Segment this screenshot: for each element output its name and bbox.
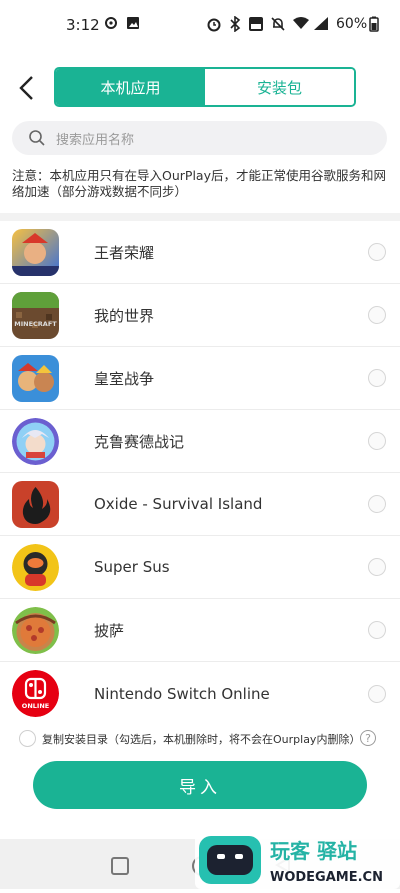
super-sus-icon xyxy=(12,544,59,591)
bluetooth-icon xyxy=(229,15,241,36)
nintendo-switch-online-icon: ONLINE xyxy=(12,670,59,717)
alarm-icon xyxy=(206,16,222,36)
copy-install-dir-label: 复制安装目录（勾选后，本机删除时，将不会在Ourplay内删除） xyxy=(42,733,361,746)
watermark-title: 玩客 驿站 xyxy=(270,839,357,863)
status-bar: 3:12 60% xyxy=(0,0,400,50)
oxide-icon xyxy=(12,481,59,528)
app-name: 王者荣耀 xyxy=(94,243,155,262)
gallery-icon xyxy=(126,16,140,34)
list-item[interactable]: Super Sus xyxy=(0,536,400,599)
list-item[interactable]: 克鲁赛德战记 xyxy=(0,410,400,473)
list-item[interactable]: 皇室战争 xyxy=(0,347,400,410)
select-radio[interactable] xyxy=(368,306,386,324)
wifi-icon xyxy=(292,16,310,34)
app-name: Nintendo Switch Online xyxy=(94,684,270,703)
select-radio[interactable] xyxy=(368,243,386,261)
crusaders-quest-icon xyxy=(12,418,59,465)
search-input[interactable]: 搜索应用名称 xyxy=(12,121,387,155)
battery-icon xyxy=(369,16,379,36)
signal-icon xyxy=(313,16,329,35)
copy-install-dir-checkbox[interactable] xyxy=(19,730,36,747)
select-radio[interactable] xyxy=(368,684,386,703)
watermark-logo: 玩客 驿站 WODEGAME.CN xyxy=(195,832,400,889)
select-radio[interactable] xyxy=(368,369,386,387)
minecraft-icon: MINECRAFT xyxy=(12,292,59,339)
watermark-url: WODEGAME.CN xyxy=(270,870,383,885)
battery-percent: 60% xyxy=(336,16,368,32)
section-divider xyxy=(0,213,400,221)
pizza-icon xyxy=(12,607,59,654)
back-button[interactable] xyxy=(14,72,42,104)
volte-icon xyxy=(248,16,264,36)
copy-install-dir-option: 复制安装目录（勾选后，本机删除时，将不会在Ourplay内删除） ? xyxy=(0,727,400,751)
app-name: 我的世界 xyxy=(94,306,155,325)
clash-royale-icon xyxy=(12,355,59,402)
tab-local-apps[interactable]: 本机应用 xyxy=(56,69,205,105)
app-name: 披萨 xyxy=(94,621,125,640)
app-name: Super Sus xyxy=(94,558,170,576)
sync-icon xyxy=(104,16,118,34)
app-name: 皇室战争 xyxy=(94,369,155,388)
status-time: 3:12 xyxy=(66,16,100,34)
search-icon xyxy=(29,130,45,146)
chevron-left-icon xyxy=(19,76,33,100)
nintendo-logo-text: ONLINE xyxy=(22,702,49,710)
tab-switcher: 本机应用 安装包 xyxy=(54,67,356,107)
app-name: 克鲁赛德战记 xyxy=(94,432,185,451)
help-icon[interactable]: ? xyxy=(360,730,376,746)
select-radio[interactable] xyxy=(368,621,386,639)
list-item[interactable]: 王者荣耀 xyxy=(0,221,400,284)
search-placeholder: 搜索应用名称 xyxy=(56,132,135,148)
list-item[interactable]: MINECRAFT 我的世界 xyxy=(0,284,400,347)
tab-install-packages[interactable]: 安装包 xyxy=(205,69,354,105)
app-name: Oxide - Survival Island xyxy=(94,495,263,513)
select-radio[interactable] xyxy=(368,495,386,513)
minecraft-logo-text: MINECRAFT xyxy=(14,320,57,328)
select-radio[interactable] xyxy=(368,558,386,576)
app-list: 王者荣耀 MINECRAFT 我的世界 皇室战争 克鲁赛德战记 Oxide - … xyxy=(0,221,400,725)
select-radio[interactable] xyxy=(368,432,386,450)
list-item[interactable]: Oxide - Survival Island xyxy=(0,473,400,536)
mute-icon xyxy=(270,16,286,36)
list-item[interactable]: ONLINE Nintendo Switch Online xyxy=(0,662,400,725)
recents-icon[interactable] xyxy=(111,857,129,875)
honor-of-kings-icon xyxy=(12,229,59,276)
import-button[interactable]: 导入 xyxy=(33,761,367,809)
notice-text: 注意：本机应用只有在导入OurPlay后，才能正常使用谷歌服务和网络加速（部分游… xyxy=(12,168,386,199)
list-item[interactable]: 披萨 xyxy=(0,599,400,662)
